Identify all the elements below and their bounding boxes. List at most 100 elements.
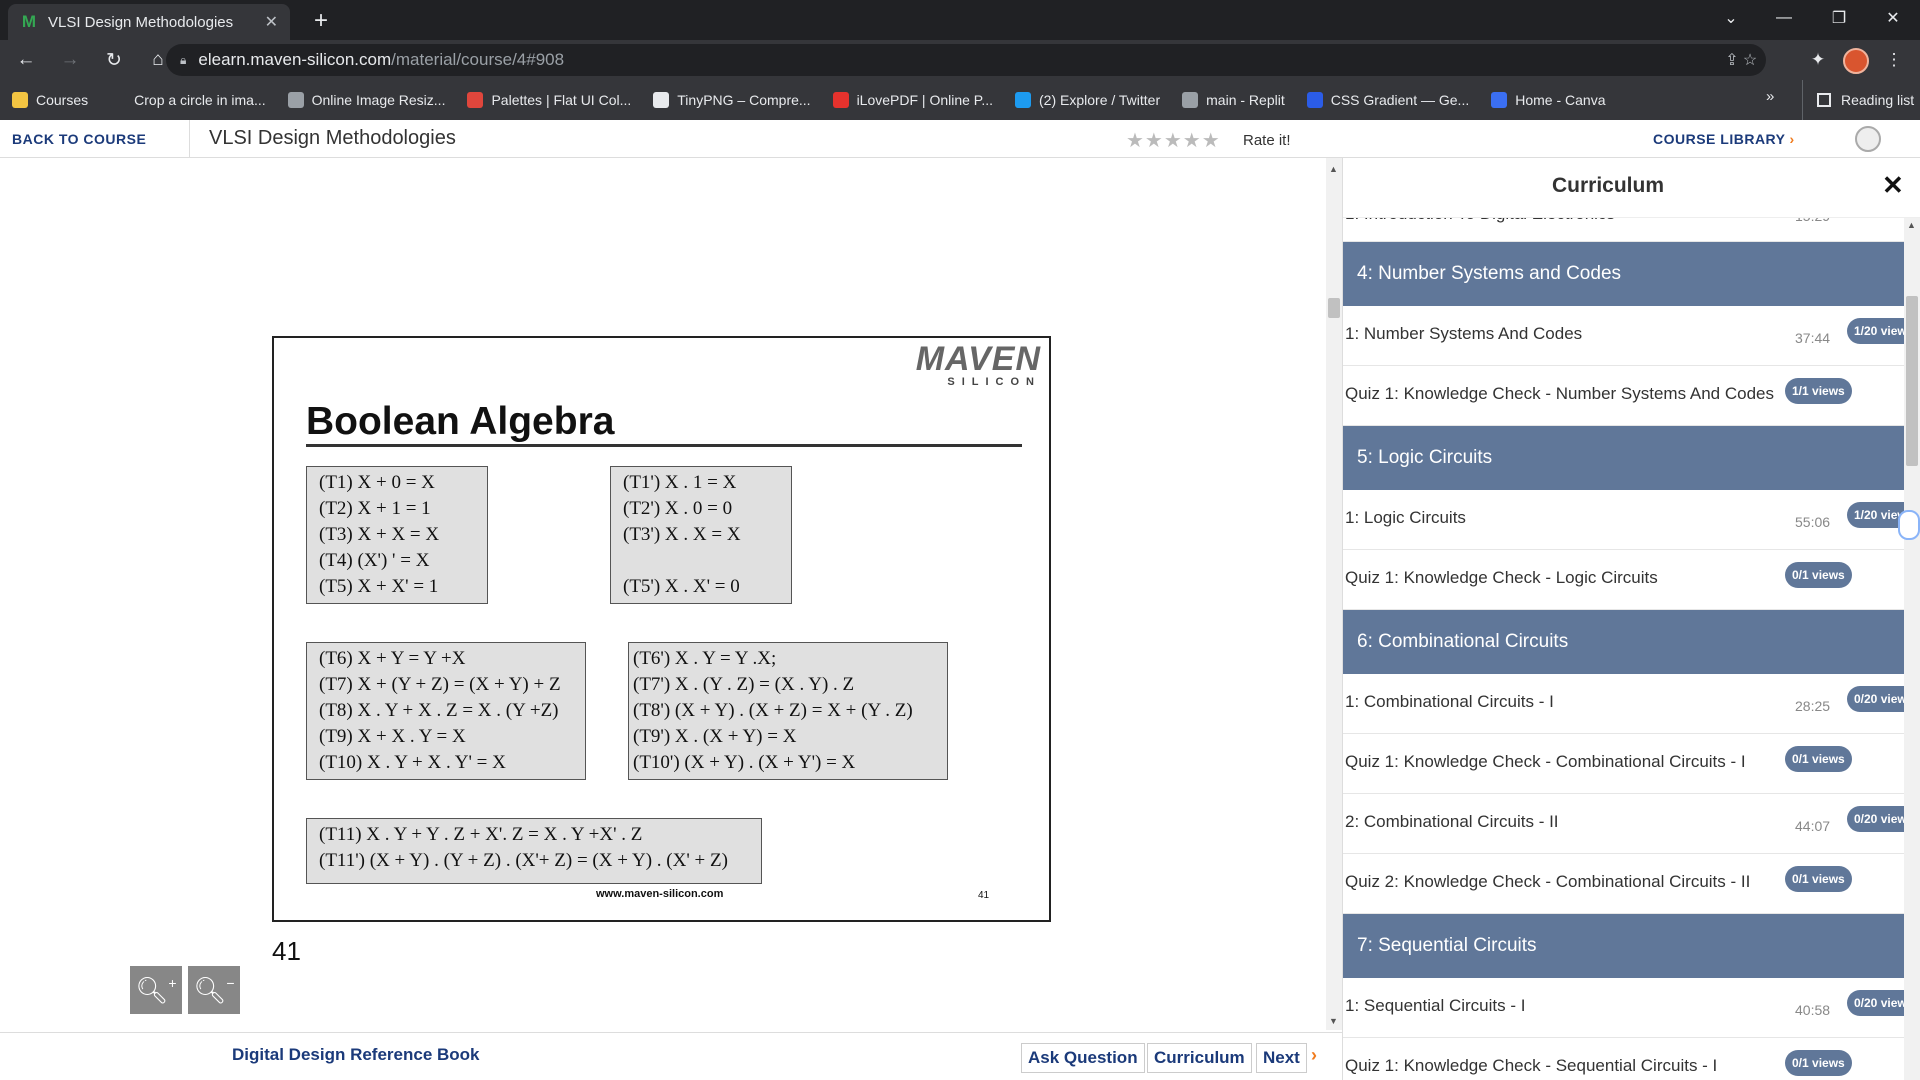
microphone-icon[interactable] bbox=[1898, 510, 1920, 540]
restore-button[interactable]: ❐ bbox=[1812, 0, 1866, 36]
lesson-label: Quiz 1: Knowledge Check - Combinational … bbox=[1345, 752, 1746, 771]
curriculum-scrollbar[interactable]: ▲ bbox=[1904, 216, 1920, 1080]
panda-icon bbox=[653, 92, 670, 108]
address-bar[interactable]: 🔒︎ elearn.maven-silicon.com/material/cou… bbox=[166, 44, 1766, 76]
bookmark-item[interactable]: CSS Gradient — Ge... bbox=[1306, 92, 1469, 108]
list-item[interactable]: Quiz 1: Knowledge Check - Combinational … bbox=[1343, 734, 1905, 794]
theorem-line: (T11') (X + Y) . (Y + Z) . (X'+ Z) = (X … bbox=[319, 850, 728, 871]
theorem-box-1: (T1) X + 0 = X (T2) X + 1 = 1 (T3) X + X =… bbox=[306, 466, 488, 604]
footer-bar: Digital Design Reference Book Ask Questi… bbox=[0, 1032, 1342, 1080]
profile-avatar[interactable] bbox=[1843, 48, 1869, 74]
bookmark-item[interactable]: iLovePDF | Online P... bbox=[832, 92, 994, 108]
list-item[interactable]: 1: Number Systems And Codes 37:44 1/20 vie… bbox=[1343, 306, 1905, 366]
section-header[interactable]: 5: Logic Circuits bbox=[1343, 426, 1905, 490]
new-tab-button[interactable]: + bbox=[306, 6, 336, 36]
list-item[interactable]: 2: Combinational Circuits - II 44:07 0/20 … bbox=[1343, 794, 1905, 854]
theorem-line: (T1) X + 0 = X bbox=[319, 472, 435, 493]
scroll-down-icon[interactable]: ▼ bbox=[1329, 1016, 1338, 1026]
course-title: VLSI Design Methodologies bbox=[209, 127, 456, 149]
user-avatar[interactable] bbox=[1855, 126, 1881, 152]
list-item[interactable]: Quiz 2: Knowledge Check - Combinational … bbox=[1343, 854, 1905, 914]
bookmark-item[interactable]: Online Image Resiz... bbox=[287, 92, 445, 108]
section-header[interactable]: 4: Number Systems and Codes bbox=[1343, 242, 1905, 306]
bookmark-item[interactable]: main - Replit bbox=[1182, 92, 1285, 108]
list-item[interactable]: 1: Logic Circuits 55:06 1/20 views bbox=[1343, 490, 1905, 550]
bookmark-item[interactable]: Courses bbox=[12, 92, 88, 108]
views-badge: 1/20 views bbox=[1847, 318, 1905, 344]
section-header[interactable]: 6: Combinational Circuits bbox=[1343, 610, 1905, 674]
reading-list-button[interactable]: Reading list bbox=[1802, 80, 1914, 120]
curriculum-button[interactable]: Curriculum bbox=[1147, 1043, 1252, 1073]
bookmark-label: Crop a circle in ima... bbox=[134, 92, 266, 108]
list-item[interactable]: 1: Sequential Circuits - I 40:58 0/20 view… bbox=[1343, 978, 1905, 1038]
scroll-up-icon[interactable]: ▲ bbox=[1329, 164, 1338, 174]
close-window-button[interactable]: ✕ bbox=[1866, 0, 1920, 36]
rating-stars[interactable]: ★★★★★ bbox=[1126, 128, 1221, 153]
bookmark-label: iLovePDF | Online P... bbox=[856, 92, 994, 108]
lesson-duration: 37:44 bbox=[1795, 330, 1831, 346]
tab-search-icon[interactable]: ⌄ bbox=[1704, 0, 1758, 36]
theorem-line: (T10') (X + Y) . (X + Y') = X bbox=[633, 752, 856, 773]
theorem-line: (T2) X + 1 = 1 bbox=[319, 498, 431, 519]
scroll-thumb[interactable] bbox=[1906, 296, 1918, 466]
course-library-link[interactable]: COURSE LIBRARY › bbox=[1653, 131, 1795, 147]
lesson-duration: 40:58 bbox=[1795, 1002, 1831, 1018]
theorem-line: (T5') X . X' = 0 bbox=[623, 576, 740, 597]
bookmark-label: Courses bbox=[36, 92, 89, 108]
reference-book-link[interactable]: Digital Design Reference Book bbox=[232, 1045, 480, 1065]
palette-icon bbox=[467, 92, 484, 108]
zoom-in-icon[interactable]: 🔍︎ + bbox=[130, 966, 182, 1014]
rate-it-label[interactable]: Rate it! bbox=[1243, 132, 1291, 149]
close-icon[interactable]: ✕ bbox=[1882, 170, 1904, 201]
slide-title: Boolean Algebra bbox=[306, 400, 615, 443]
bookmark-star-icon[interactable]: ☆ bbox=[1738, 48, 1762, 72]
views-badge: 0/1 views bbox=[1785, 1050, 1852, 1076]
gradient-icon bbox=[1306, 92, 1323, 108]
next-button[interactable]: Next bbox=[1256, 1043, 1307, 1073]
forward-arrow-icon[interactable]: → bbox=[52, 42, 88, 78]
lesson-label: Quiz 1: Knowledge Check - Logic Circuits bbox=[1345, 568, 1658, 587]
scroll-up-icon[interactable]: ▲ bbox=[1907, 220, 1916, 230]
list-item[interactable]: Quiz 1: Knowledge Check - Number Systems… bbox=[1343, 366, 1905, 426]
maven-favicon-icon: M bbox=[21, 12, 37, 31]
close-tab-icon[interactable]: ✕ bbox=[265, 12, 278, 32]
content-scrollbar[interactable]: ▲ ▼ bbox=[1326, 158, 1342, 1030]
section-header[interactable]: 7: Sequential Circuits bbox=[1343, 914, 1905, 978]
views-badge: 0/1 views bbox=[1785, 866, 1852, 892]
lesson-label: Quiz 2: Knowledge Check - Combinational … bbox=[1345, 872, 1751, 891]
list-item[interactable]: Quiz 1: Knowledge Check - Sequential Cir… bbox=[1343, 1038, 1905, 1080]
twitter-icon bbox=[1015, 92, 1032, 108]
minimize-button[interactable]: — bbox=[1757, 0, 1811, 36]
theorem-line bbox=[623, 548, 779, 574]
browser-tab[interactable]: M VLSI Design Methodologies ✕ bbox=[8, 4, 290, 40]
bookmark-item[interactable]: Home - Canva bbox=[1491, 92, 1606, 108]
extensions-icon[interactable]: ✦ bbox=[1802, 44, 1834, 76]
lesson-duration: 28:25 bbox=[1795, 698, 1831, 714]
scroll-thumb[interactable] bbox=[1328, 298, 1340, 318]
list-item[interactable]: 1: Combinational Circuits - I 28:25 0/20 v… bbox=[1343, 674, 1905, 734]
curriculum-header: Curriculum ✕ bbox=[1343, 158, 1920, 218]
menu-icon[interactable]: ⋮ bbox=[1878, 44, 1910, 76]
theorem-line: (T8) X . Y + X . Z = X . (Y +Z) bbox=[319, 700, 559, 721]
maven-logo: MAVEN SILICON bbox=[916, 342, 1041, 388]
ask-question-button[interactable]: Ask Question bbox=[1021, 1043, 1145, 1073]
zoom-out-icon[interactable]: 🔍︎ − bbox=[188, 966, 240, 1014]
bookmarks-more-icon[interactable]: » bbox=[1766, 88, 1774, 105]
reload-icon[interactable]: ↻ bbox=[96, 42, 132, 78]
next-chevron-icon[interactable]: › bbox=[1311, 1045, 1317, 1066]
bookmark-item[interactable]: Crop a circle in ima... bbox=[110, 92, 266, 108]
bookmark-label: Palettes | Flat UI Col... bbox=[491, 92, 632, 108]
theorem-box-5: (T11) X . Y + Y . Z + X'. Z = X . Y +X' … bbox=[306, 818, 762, 884]
theorem-line: (T7) X + (Y + Z) = (X + Y) + Z bbox=[319, 674, 561, 695]
course-header: BACK TO COURSE VLSI Design Methodologies… bbox=[0, 120, 1920, 158]
heart-icon bbox=[832, 92, 849, 108]
bookmark-item[interactable]: (2) Explore / Twitter bbox=[1015, 92, 1160, 108]
list-item[interactable]: Quiz 1: Knowledge Check - Logic Circuits… bbox=[1343, 550, 1905, 610]
back-to-course-link[interactable]: BACK TO COURSE bbox=[12, 131, 146, 147]
back-arrow-icon[interactable]: ← bbox=[8, 42, 44, 78]
views-badge: 0/20 views bbox=[1847, 806, 1905, 832]
bookmark-item[interactable]: Palettes | Flat UI Col... bbox=[467, 92, 631, 108]
logo-main: MAVEN bbox=[915, 340, 1041, 378]
theorem-box-4: (T6') X . Y = Y .X; (T7') X . (Y . Z) = (… bbox=[628, 642, 948, 780]
bookmark-item[interactable]: TinyPNG – Compre... bbox=[653, 92, 811, 108]
